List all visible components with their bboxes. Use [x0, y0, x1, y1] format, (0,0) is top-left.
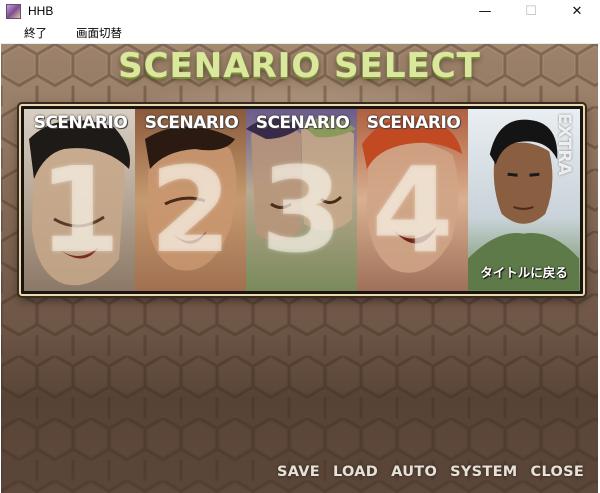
- auto-button[interactable]: AUTO: [391, 462, 437, 482]
- scenario-label-4: SCENARIO: [366, 113, 461, 133]
- extra-label: EXTRA: [554, 113, 574, 176]
- scenario-slot-2[interactable]: 2 SCENARIO: [135, 109, 246, 291]
- game-screen: SCENARIO SELECT 1 SCENARIO 2 SCENARIO 3 …: [1, 44, 598, 493]
- scenario-number-1: 1: [38, 141, 121, 279]
- scenario-label-3: SCENARIO: [255, 113, 350, 133]
- close-window-button[interactable]: ✕: [554, 0, 600, 23]
- screen-title: SCENARIO SELECT: [118, 46, 481, 86]
- maximize-button[interactable]: ☐: [508, 0, 554, 23]
- scenario-number-2: 2: [149, 141, 232, 279]
- return-to-title-button[interactable]: タイトルに戻る: [470, 265, 578, 281]
- menu-item-screen-toggle[interactable]: 画面切替: [76, 25, 122, 41]
- scenario-slot-1[interactable]: 1 SCENARIO: [24, 109, 135, 291]
- bottom-menu: SAVE LOAD AUTO SYSTEM CLOSE: [277, 462, 584, 482]
- scenario-slot-4[interactable]: 4 SCENARIO: [357, 109, 468, 291]
- load-button[interactable]: LOAD: [333, 462, 378, 482]
- scenario-number-3: 3: [260, 141, 343, 279]
- minimize-button[interactable]: —: [462, 0, 508, 23]
- scenario-label-2: SCENARIO: [144, 113, 239, 133]
- scenario-slot-3[interactable]: 3 SCENARIO: [246, 109, 357, 291]
- scenario-panel: 1 SCENARIO 2 SCENARIO 3 SCENARIO 4 SCENA…: [19, 104, 585, 296]
- system-button[interactable]: SYSTEM: [450, 462, 517, 482]
- menu-item-quit[interactable]: 終了: [24, 25, 47, 41]
- close-button[interactable]: CLOSE: [531, 462, 585, 482]
- app-icon: [6, 4, 21, 19]
- window-title: HHB: [28, 4, 54, 18]
- scenario-number-4: 4: [371, 141, 454, 279]
- scenario-label-1: SCENARIO: [33, 113, 128, 133]
- menu-bar: 終了 画面切替: [0, 23, 600, 44]
- window-titlebar[interactable]: HHB — ☐ ✕: [0, 0, 600, 23]
- save-button[interactable]: SAVE: [277, 462, 320, 482]
- extra-slot[interactable]: EXTRA タイトルに戻る: [468, 109, 580, 291]
